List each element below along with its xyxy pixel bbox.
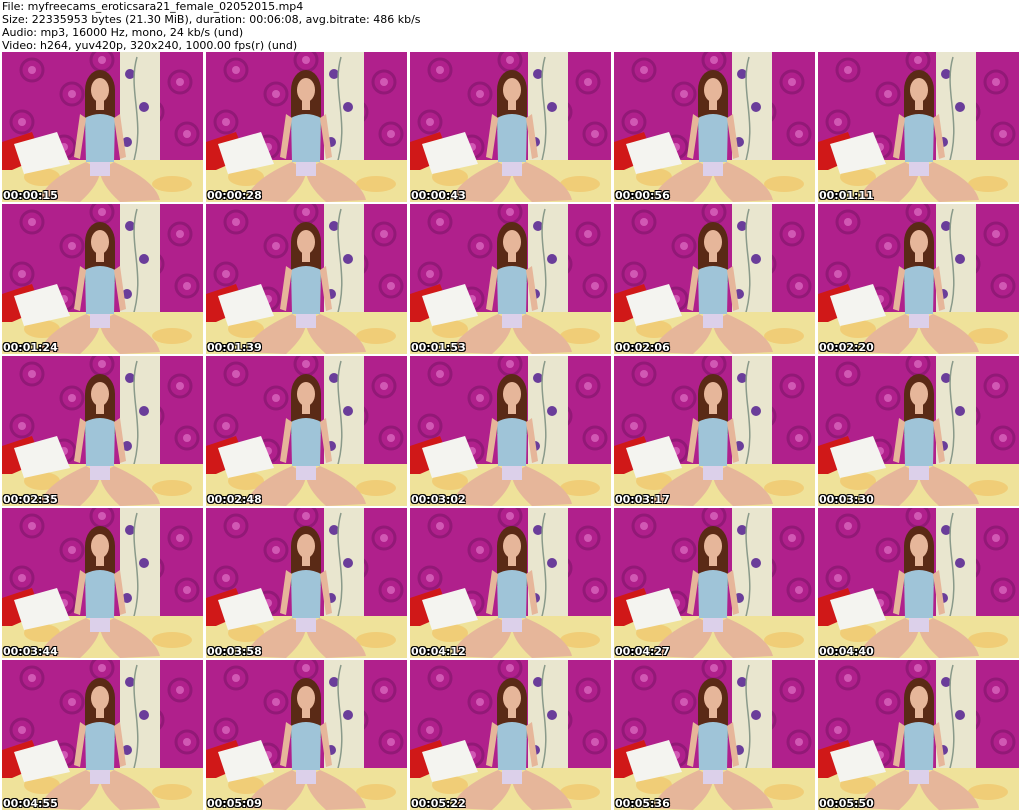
video-thumbnail: 00:03:17 (614, 356, 815, 506)
video-thumbnail: 00:04:12 (410, 508, 611, 658)
video-frame (614, 660, 815, 810)
video-thumbnail: 00:02:20 (818, 204, 1019, 354)
video-frame (206, 508, 407, 658)
timestamp-label: 00:02:20 (819, 341, 874, 354)
timestamp-label: 00:02:48 (207, 493, 262, 506)
video-frame (410, 660, 611, 810)
video-frame (818, 204, 1019, 354)
video-thumbnail: 00:02:48 (206, 356, 407, 506)
video-frame (206, 660, 407, 810)
video-frame (410, 356, 611, 506)
file-info-header: File: myfreecams_eroticsara21_female_020… (0, 0, 1024, 52)
timestamp-label: 00:02:06 (615, 341, 670, 354)
video-frame (206, 52, 407, 202)
video-thumbnail: 00:00:56 (614, 52, 815, 202)
timestamp-label: 00:01:11 (819, 189, 874, 202)
timestamp-label: 00:03:58 (207, 645, 262, 658)
video-thumbnail: 00:03:02 (410, 356, 611, 506)
video-frame (818, 660, 1019, 810)
file-name-text: File: myfreecams_eroticsara21_female_020… (2, 0, 304, 13)
video-thumbnail: 00:04:27 (614, 508, 815, 658)
timestamp-label: 00:04:12 (411, 645, 466, 658)
video-thumbnail: 00:03:58 (206, 508, 407, 658)
video-thumbnail: 00:05:36 (614, 660, 815, 810)
video-frame (2, 52, 203, 202)
video-thumbnail: 00:03:44 (2, 508, 203, 658)
video-thumbnail: 00:05:22 (410, 660, 611, 810)
video-frame (818, 356, 1019, 506)
timestamp-label: 00:01:24 (3, 341, 58, 354)
video-frame (614, 204, 815, 354)
video-frame (818, 52, 1019, 202)
video-frame (818, 508, 1019, 658)
timestamp-label: 00:02:35 (3, 493, 58, 506)
timestamp-label: 00:05:22 (411, 797, 466, 810)
video-frame (206, 356, 407, 506)
timestamp-label: 00:03:30 (819, 493, 874, 506)
timestamp-label: 00:00:43 (411, 189, 466, 202)
timestamp-label: 00:04:40 (819, 645, 874, 658)
video-frame (410, 204, 611, 354)
video-frame (2, 204, 203, 354)
timestamp-label: 00:03:02 (411, 493, 466, 506)
timestamp-label: 00:05:36 (615, 797, 670, 810)
video-frame (2, 356, 203, 506)
timestamp-label: 00:00:28 (207, 189, 262, 202)
thumbnail-grid: 00:00:15 00:00:28 00:00:43 00:00:56 00:0… (2, 52, 1023, 811)
video-thumbnail: 00:01:39 (206, 204, 407, 354)
timestamp-label: 00:03:44 (3, 645, 58, 658)
video-thumbnail: 00:00:15 (2, 52, 203, 202)
video-thumbnail: 00:00:28 (206, 52, 407, 202)
timestamp-label: 00:04:55 (3, 797, 58, 810)
video-thumbnail: 00:04:40 (818, 508, 1019, 658)
video-frame (614, 52, 815, 202)
video-thumbnail: 00:01:24 (2, 204, 203, 354)
timestamp-label: 00:01:39 (207, 341, 262, 354)
timestamp-label: 00:00:15 (3, 189, 58, 202)
timestamp-label: 00:03:17 (615, 493, 670, 506)
video-thumbnail: 00:02:06 (614, 204, 815, 354)
audio-info-text: Audio: mp3, 16000 Hz, mono, 24 kb/s (und… (2, 26, 244, 39)
video-thumbnail: 00:01:53 (410, 204, 611, 354)
video-frame (410, 508, 611, 658)
video-thumbnail: 00:00:43 (410, 52, 611, 202)
timestamp-label: 00:00:56 (615, 189, 670, 202)
video-info-text: Video: h264, yuv420p, 320x240, 1000.00 f… (2, 39, 298, 52)
video-thumbnail: 00:04:55 (2, 660, 203, 810)
video-frame (2, 660, 203, 810)
size-info-text: Size: 22335953 bytes (21.30 MiB), durati… (2, 13, 421, 26)
video-thumbnail: 00:03:30 (818, 356, 1019, 506)
video-thumbnail: 00:02:35 (2, 356, 203, 506)
video-frame (206, 204, 407, 354)
video-frame (2, 508, 203, 658)
video-frame (614, 508, 815, 658)
video-thumbnail: 00:01:11 (818, 52, 1019, 202)
video-frame (410, 52, 611, 202)
timestamp-label: 00:04:27 (615, 645, 670, 658)
video-thumbnail: 00:05:09 (206, 660, 407, 810)
timestamp-label: 00:01:53 (411, 341, 466, 354)
video-frame (614, 356, 815, 506)
timestamp-label: 00:05:50 (819, 797, 874, 810)
timestamp-label: 00:05:09 (207, 797, 262, 810)
video-thumbnail: 00:05:50 (818, 660, 1019, 810)
